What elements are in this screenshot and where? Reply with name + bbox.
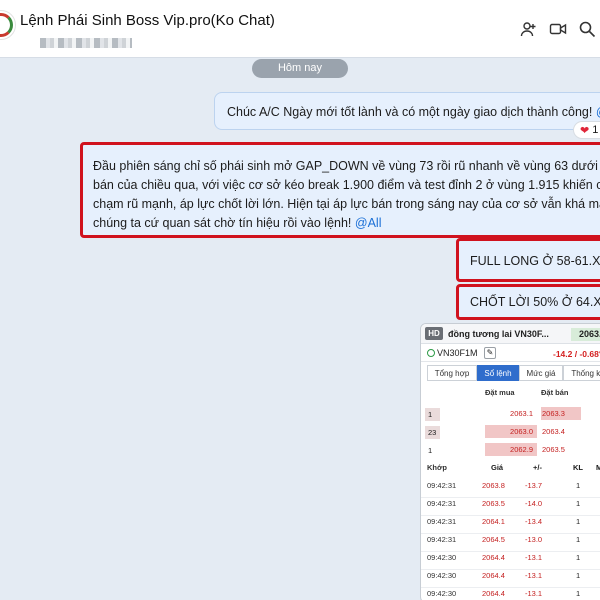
ask-header: Đặt bán [541, 388, 569, 397]
tape-header: Khớp Giá +/- KL M [421, 463, 600, 480]
trade-header: HD đồng tương lai VN30F... 2063. [421, 324, 600, 344]
tape-vol: 1 [576, 535, 581, 544]
tape-change: -14.0 [525, 499, 543, 508]
message-line: chúng ta cứ quan sát chờ tín hiệu rồi và… [93, 214, 600, 233]
bid-price: 2063.1 [510, 409, 533, 418]
tape-row: 09:42:31 2064.5 -13.0 1 [421, 535, 600, 552]
tape-price: 2063.8 [482, 481, 505, 490]
message-market-analysis[interactable]: Đầu phiên sáng chỉ số phái sinh mở GAP_D… [80, 142, 600, 238]
tape-price: 2064.1 [482, 517, 505, 526]
contract-title: đồng tương lai VN30F... [448, 329, 549, 339]
orderbook-row: 1 2063.1 2063.3 [425, 406, 600, 422]
message-text: chúng ta cứ quan sát chờ tín hiệu rồi và… [93, 216, 352, 230]
message-text: Chúc A/C Ngày mới tốt lành và có một ngà… [227, 105, 593, 119]
orderbook-row: 23 2063.0 2063.4 [425, 424, 600, 440]
edit-icon: ✎ [484, 347, 496, 359]
tape-vol: 1 [576, 481, 581, 490]
tape-time: 09:42:30 [427, 571, 457, 580]
tape-row: 09:42:31 2063.8 -13.7 1 [421, 481, 600, 498]
trade-tabs: Tổng hợp Sổ lệnh Mức giá Thống kê [421, 365, 600, 381]
tape-time: 09:42:31 [427, 517, 457, 526]
tape-row: 09:42:31 2064.1 -13.4 1 [421, 517, 600, 534]
tape-time: 09:42:31 [427, 481, 457, 490]
group-avatar[interactable] [0, 10, 16, 40]
tab-muc-gia: Mức giá [519, 365, 563, 381]
group-title[interactable]: Lệnh Phái Sinh Boss Vip.pro(Ko Chat) [20, 12, 275, 29]
message-text: FULL LONG Ở 58-61.X! [470, 254, 600, 268]
tape-time: 09:42:30 [427, 553, 457, 562]
symbol-row: VN30F1M ✎ -14.2 / -0.68° [421, 344, 600, 362]
video-call-icon[interactable] [547, 18, 569, 40]
tape-row: 09:42:30 2064.4 -13.1 1 [421, 571, 600, 588]
tape-vol: 1 [576, 517, 581, 526]
tape-header-price: Giá [491, 463, 504, 472]
mention[interactable]: @ [596, 105, 600, 119]
ask-price: 2063.5 [542, 445, 565, 454]
mention-all[interactable]: @All [355, 216, 382, 230]
ask-price: 2063.4 [542, 427, 565, 436]
date-separator: Hôm nay [252, 59, 348, 78]
tape-header-vol: KL [573, 463, 583, 472]
bid-qty: 1 [425, 408, 440, 421]
tape-price: 2064.4 [482, 571, 505, 580]
tape-vol: 1 [576, 589, 581, 598]
tape-change: -13.1 [525, 553, 543, 562]
message-line: chạm rũ mạnh, áp lực chốt lời lớn. Hiện … [93, 197, 600, 211]
refresh-icon [427, 349, 435, 357]
add-member-icon[interactable] [518, 18, 540, 40]
tape-change: -13.0 [525, 535, 543, 544]
tape-row: 09:42:30 2064.4 -13.1 1 [421, 553, 600, 570]
hd-badge: HD [425, 327, 443, 340]
ask-price: 2063.3 [541, 407, 581, 420]
message-line: bán của chiều qua, với việc cơ sở kéo br… [93, 178, 600, 192]
reaction-count: 1 [592, 124, 599, 136]
message-greeting[interactable]: Chúc A/C Ngày mới tốt lành và có một ngà… [214, 92, 600, 130]
heart-icon: ❤ [580, 124, 590, 137]
tape-price: 2064.4 [482, 553, 505, 562]
tape-change: -13.1 [525, 589, 543, 598]
trading-screenshot[interactable]: HD đồng tương lai VN30F... 2063. VN30F1M… [420, 323, 600, 600]
tape-price: 2064.4 [482, 589, 505, 598]
tape-change: -13.1 [525, 571, 543, 580]
bid-qty: 23 [425, 426, 440, 439]
tape-header-time: Khớp [427, 463, 447, 472]
tape-time: 09:42:31 [427, 499, 457, 508]
tape-time: 09:42:31 [427, 535, 457, 544]
symbol-label: VN30F1M [427, 348, 478, 358]
tape-price: 2064.5 [482, 535, 505, 544]
tape-price: 2063.5 [482, 499, 505, 508]
bid-qty: 1 [425, 444, 440, 457]
tab-tong-hop: Tổng hợp [427, 365, 477, 381]
last-price: 2063. [571, 328, 600, 341]
bid-price: 2063.0 [485, 425, 537, 438]
message-take-profit[interactable]: CHỐT LỜI 50% Ở 64.X! @ [456, 284, 600, 320]
tape-time: 09:42:30 [427, 589, 457, 598]
tab-thong-ke: Thống kê [563, 365, 600, 381]
message-text: CHỐT LỜI 50% Ở 64.X! [470, 295, 600, 309]
tape-change: -13.4 [525, 517, 543, 526]
message-full-long[interactable]: FULL LONG Ở 58-61.X! @ [456, 238, 600, 282]
group-subtitle-blurred [40, 38, 132, 48]
tab-so-lenh: Sổ lệnh [477, 365, 519, 381]
bid-header: Đặt mua [485, 388, 515, 397]
search-icon[interactable] [576, 18, 598, 40]
tape-header-change: +/- [533, 463, 542, 472]
tape-change: -13.7 [525, 481, 543, 490]
chat-header: Lệnh Phái Sinh Boss Vip.pro(Ko Chat) [0, 0, 600, 58]
tape-vol: 1 [576, 553, 581, 562]
tape-row: 09:42:31 2063.5 -14.0 1 [421, 499, 600, 516]
tape-row: 09:42:30 2064.4 -13.1 1 [421, 589, 600, 600]
message-line: Đầu phiên sáng chỉ số phái sinh mở GAP_D… [93, 159, 600, 173]
bid-price: 2062.9 [485, 443, 537, 456]
orderbook-row: 1 2062.9 2063.5 [425, 442, 600, 458]
symbol-code: VN30F1M [437, 348, 478, 358]
reaction-badge[interactable]: ❤ 1 [573, 121, 600, 139]
group-avatar-logo [0, 13, 13, 37]
tape-header-extra: M [596, 463, 600, 472]
price-change: -14.2 / -0.68° [553, 349, 600, 359]
tape-vol: 1 [576, 571, 581, 580]
tape-vol: 1 [576, 499, 581, 508]
